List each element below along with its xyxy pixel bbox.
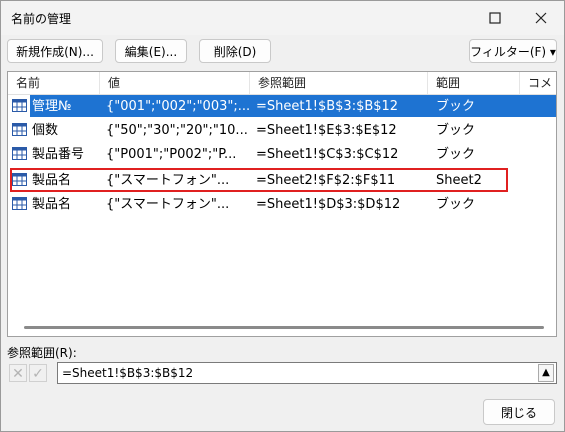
refers-to-value: =Sheet1!$B$3:$B$12 xyxy=(62,366,194,380)
cell-scope: ブック xyxy=(436,123,476,138)
table-row[interactable]: 製品番号 {"P001";"P002";"P... =Sheet1!$C$3:$… xyxy=(8,142,556,166)
close-window-button[interactable] xyxy=(521,5,561,31)
list-header: 名前 値 参照範囲 範囲 コメ xyxy=(8,72,556,95)
cell-scope: Sheet2 xyxy=(436,173,482,188)
collapse-dialog-button[interactable]: ▲ xyxy=(538,364,554,382)
horizontal-scrollbar[interactable] xyxy=(24,326,544,329)
refers-to-label: 参照範囲(R): xyxy=(7,346,77,360)
dialog-title: 名前の管理 xyxy=(11,12,72,26)
maximize-icon xyxy=(489,12,501,24)
table-row[interactable]: 管理№ {"001";"002";"003";... =Sheet1!$B$3:… xyxy=(8,94,556,118)
table-row[interactable]: 製品名 {"スマートフォン"... =Sheet2!$F$2:$F$11 She… xyxy=(8,168,556,192)
name-range-icon xyxy=(12,123,27,136)
cell-scope: ブック xyxy=(436,147,476,162)
cancel-edit-button[interactable]: ✕ xyxy=(9,364,27,382)
cell-refers-to: =Sheet1!$E$3:$E$12 xyxy=(256,123,397,138)
cell-value: {"P001";"P002";"P... xyxy=(106,147,237,162)
name-range-icon xyxy=(12,147,27,160)
cell-name: 管理№ xyxy=(32,99,72,114)
cell-value: {"50";"30";"20";"10... xyxy=(106,123,248,138)
close-icon xyxy=(535,12,547,24)
close-button[interactable]: 閉じる xyxy=(483,399,555,425)
cell-value: {"スマートフォン"... xyxy=(106,197,230,212)
cell-refers-to: =Sheet1!$C$3:$C$12 xyxy=(256,147,399,162)
new-button[interactable]: 新規作成(N)... xyxy=(7,39,103,63)
refers-to-input[interactable]: =Sheet1!$B$3:$B$12 ▲ xyxy=(57,362,557,384)
collapse-up-icon: ▲ xyxy=(542,367,550,378)
filter-button[interactable]: フィルター(F) ▾ xyxy=(469,39,557,63)
cell-refers-to: =Sheet1!$B$3:$B$12 xyxy=(256,99,399,114)
delete-button[interactable]: 削除(D) xyxy=(199,39,271,63)
table-row[interactable]: 製品名 {"スマートフォン"... =Sheet1!$D$3:$D$12 ブック xyxy=(8,192,556,216)
cell-value: {"001";"002";"003";... xyxy=(106,99,250,114)
cell-refers-to: =Sheet1!$D$3:$D$12 xyxy=(256,197,401,212)
name-range-icon xyxy=(12,197,27,210)
table-row[interactable]: 個数 {"50";"30";"20";"10... =Sheet1!$E$3:$… xyxy=(8,118,556,142)
name-range-icon xyxy=(12,99,27,112)
column-header-refers-to[interactable]: 参照範囲 xyxy=(250,72,428,94)
cell-value: {"スマートフォン"... xyxy=(106,173,230,188)
cancel-x-icon: ✕ xyxy=(12,366,24,382)
column-header-value[interactable]: 値 xyxy=(100,72,250,94)
checkmark-icon: ✓ xyxy=(32,366,44,382)
maximize-button[interactable] xyxy=(475,5,515,31)
names-list[interactable]: 名前 値 参照範囲 範囲 コメ 管理№ {"001";"002";"003";.… xyxy=(7,71,557,337)
cell-name: 個数 xyxy=(32,123,59,138)
cell-refers-to: =Sheet2!$F$2:$F$11 xyxy=(256,173,396,188)
edit-button[interactable]: 編集(E)... xyxy=(115,39,187,63)
name-range-icon xyxy=(12,173,27,186)
title-bar: 名前の管理 xyxy=(1,1,564,35)
cell-name: 製品番号 xyxy=(32,147,85,162)
confirm-edit-button[interactable]: ✓ xyxy=(29,364,47,382)
cell-name: 製品名 xyxy=(32,197,72,212)
cell-name: 製品名 xyxy=(32,173,72,188)
column-header-scope[interactable]: 範囲 xyxy=(428,72,520,94)
column-header-comment[interactable]: コメ xyxy=(520,72,556,94)
cell-scope: ブック xyxy=(436,197,476,212)
column-header-name[interactable]: 名前 xyxy=(8,72,100,94)
name-manager-dialog: 名前の管理 新規作成(N)... 編集(E)... 削除(D) フィルター(F)… xyxy=(0,0,565,432)
cell-scope: ブック xyxy=(436,99,476,114)
